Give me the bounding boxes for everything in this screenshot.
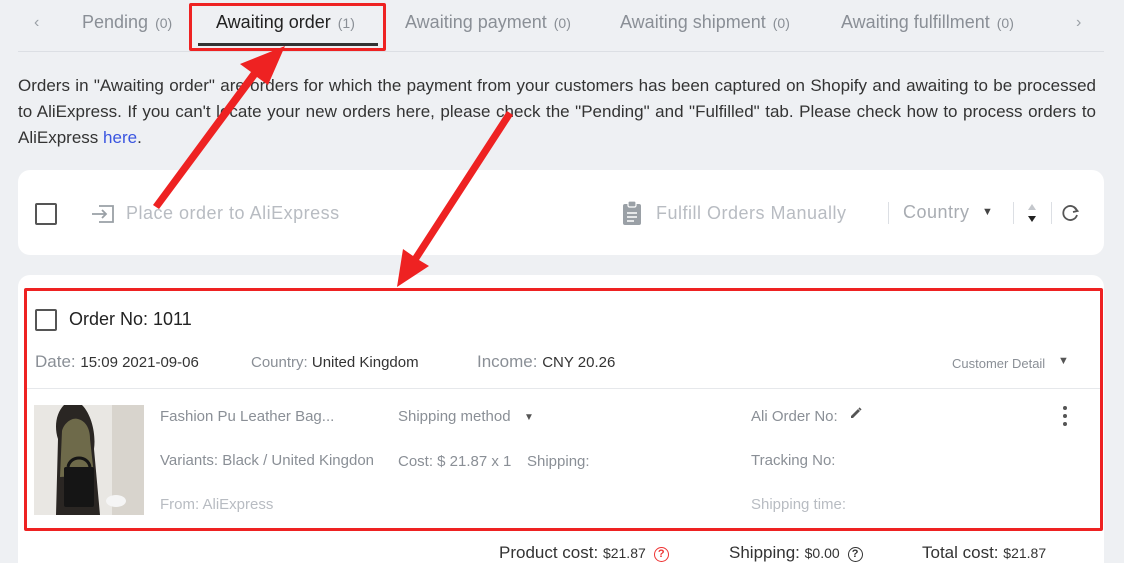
tab-count: (0) bbox=[996, 15, 1014, 31]
refresh-icon[interactable] bbox=[1061, 203, 1081, 223]
chevron-right-icon[interactable]: › bbox=[1076, 14, 1081, 32]
highlight-box-tab bbox=[189, 3, 386, 51]
toolbar-divider bbox=[1051, 202, 1052, 224]
shipping-summary: Shipping: $0.00? bbox=[729, 543, 863, 563]
sort-icon[interactable] bbox=[1026, 201, 1038, 225]
caret-down-icon: ▼ bbox=[982, 206, 993, 218]
tab-pending[interactable]: Pending (0) bbox=[82, 12, 172, 33]
toolbar-divider bbox=[1013, 202, 1014, 224]
bulk-action-toolbar: Place order to AliExpress Fulfill Orders… bbox=[18, 170, 1104, 255]
summary-value: $21.87 bbox=[602, 545, 646, 561]
summary-value: $21.87 bbox=[1003, 545, 1047, 561]
highlight-box-order bbox=[24, 288, 1103, 531]
tab-label: Awaiting fulfillment bbox=[841, 12, 990, 32]
place-order-button[interactable]: Place order to AliExpress bbox=[126, 203, 340, 224]
tab-awaiting-fulfillment[interactable]: Awaiting fulfillment (0) bbox=[841, 12, 1014, 33]
description-text: Orders in "Awaiting order" are orders fo… bbox=[18, 76, 1096, 147]
help-icon[interactable]: ? bbox=[847, 547, 863, 562]
tab-label: Awaiting payment bbox=[405, 12, 547, 32]
toolbar-divider bbox=[888, 202, 889, 224]
tab-count: (0) bbox=[155, 15, 173, 31]
summary-value: $0.00 bbox=[804, 545, 840, 561]
tab-awaiting-payment[interactable]: Awaiting payment (0) bbox=[405, 12, 571, 33]
country-select[interactable]: Country bbox=[903, 202, 970, 223]
tab-count: (0) bbox=[772, 15, 790, 31]
select-all-checkbox[interactable] bbox=[35, 203, 57, 225]
tab-count: (0) bbox=[553, 15, 571, 31]
summary-label: Total cost: bbox=[922, 543, 999, 562]
clipboard-icon bbox=[623, 200, 641, 225]
total-cost-summary: Total cost: $21.87 bbox=[922, 543, 1046, 563]
help-link[interactable]: here bbox=[103, 128, 137, 147]
login-arrow-icon bbox=[92, 205, 114, 223]
tab-label: Pending bbox=[82, 12, 149, 32]
product-cost-summary: Product cost: $21.87? bbox=[499, 543, 669, 563]
summary-label: Shipping: bbox=[729, 543, 800, 562]
tab-label: Awaiting shipment bbox=[620, 12, 766, 32]
description-end: . bbox=[137, 128, 142, 147]
fulfill-manually-button[interactable]: Fulfill Orders Manually bbox=[656, 203, 847, 224]
tab-awaiting-shipment[interactable]: Awaiting shipment (0) bbox=[620, 12, 790, 33]
order-status-tabs: ‹ Pending (0) Awaiting order (1) Awaitin… bbox=[18, 0, 1104, 52]
help-icon[interactable]: ? bbox=[653, 547, 669, 562]
chevron-left-icon[interactable]: ‹ bbox=[34, 14, 39, 32]
tab-description: Orders in "Awaiting order" are orders fo… bbox=[18, 73, 1096, 151]
summary-label: Product cost: bbox=[499, 543, 599, 562]
